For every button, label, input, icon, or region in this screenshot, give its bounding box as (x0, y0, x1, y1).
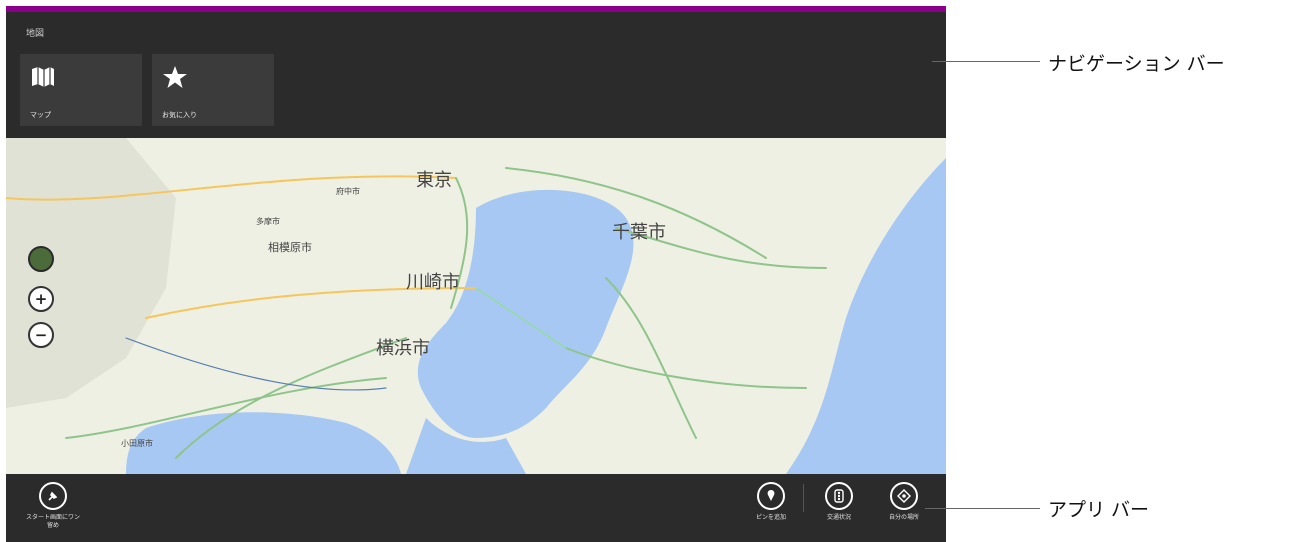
city-fuchu: 府中市 (336, 186, 360, 196)
traffic-label: 交通状況 (826, 514, 851, 521)
star-icon (163, 66, 187, 88)
pin-to-start-button[interactable]: スタート画面にワン 留め (18, 482, 88, 530)
city-yokohama: 横浜市 (376, 338, 430, 359)
tile-favorites-label: お気に入り (162, 111, 197, 119)
compass-icon[interactable] (28, 246, 54, 272)
tile-map[interactable]: マップ (20, 54, 142, 126)
navigation-bar: 地図 マップ お気に入り (6, 12, 946, 138)
my-location-button[interactable]: 自分の場所 (874, 482, 934, 522)
add-pin-button[interactable]: ピンを追加 (741, 482, 801, 522)
my-location-icon (890, 482, 918, 510)
city-tama: 多摩市 (256, 216, 280, 226)
pin-label-2: 留め (46, 522, 59, 529)
add-pin-label: ピンを追加 (755, 514, 786, 521)
city-chiba: 千葉市 (612, 222, 666, 243)
tile-favorites[interactable]: お気に入り (152, 54, 274, 126)
navbar-callout-line (932, 61, 1040, 62)
traffic-icon (825, 482, 853, 510)
city-sagamihara: 相模原市 (268, 240, 312, 254)
zoom-out-icon[interactable]: − (28, 322, 54, 348)
navbar-callout: ナビゲーション バー (1048, 53, 1225, 75)
appbar-separator (803, 484, 804, 512)
tile-map-label: マップ (30, 111, 51, 119)
city-kawasaki: 川崎市 (406, 272, 460, 293)
map-canvas: 東京 川崎市 横浜市 千葉市 相模原市 多摩市 府中市 小田原市 (6, 138, 946, 474)
appbar-callout: アプリ バー (1048, 499, 1150, 521)
pin-icon (39, 482, 67, 510)
add-pin-icon (757, 482, 785, 510)
map-view[interactable]: 東京 川崎市 横浜市 千葉市 相模原市 多摩市 府中市 小田原市 + − (6, 138, 946, 474)
pin-label-1: スタート画面にワン (25, 514, 80, 521)
zoom-in-icon[interactable]: + (28, 286, 54, 312)
city-tokyo: 東京 (416, 170, 452, 191)
map-icon (32, 67, 54, 87)
app-bar: スタート画面にワン 留め ピンを追加 交通状況 自分の場所 (6, 474, 946, 542)
my-location-label: 自分の場所 (888, 514, 919, 521)
nav-title: 地図 (26, 29, 45, 39)
maps-app-screen: 地図 マップ お気に入り 東京 川崎市 横浜市 千葉市 相模原市 多摩市 府中市… (6, 6, 946, 542)
appbar-callout-line (925, 508, 1040, 509)
traffic-button[interactable]: 交通状況 (809, 482, 869, 522)
city-odawara: 小田原市 (121, 438, 153, 448)
